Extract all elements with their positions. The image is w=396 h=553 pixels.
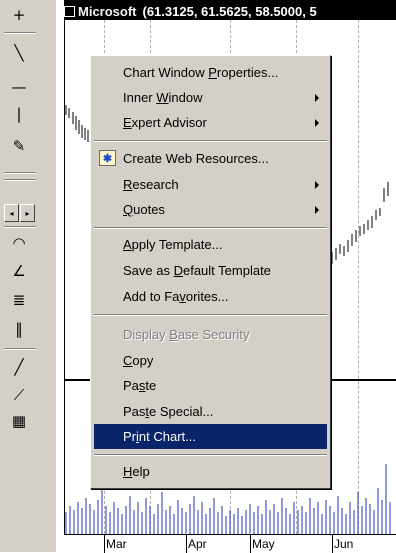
vertical-line-icon[interactable]: |: [6, 101, 32, 127]
menu-item-help[interactable]: Help: [94, 459, 327, 484]
date-tick: [186, 535, 187, 553]
submenu-arrow-icon: [315, 205, 319, 214]
toolbar-separator: [4, 179, 36, 181]
drawing-toolbar: + ╲ — | ✎ ◂ ▸ ◠ ∠ ≣ ‖ ╱ ⟋ ▦: [0, 0, 57, 552]
price-values: (61.3125, 61.5625, 58.5000, 5: [142, 3, 317, 19]
submenu-arrow-icon: [315, 118, 319, 127]
menu-separator: [94, 314, 327, 316]
scroll-right-icon[interactable]: ▸: [20, 204, 35, 222]
menu-label: Create Web Resources...: [123, 151, 269, 166]
date-label: May: [252, 537, 275, 551]
time-zones-icon[interactable]: ‖: [6, 316, 32, 342]
menu-separator: [94, 140, 327, 142]
menu-separator: [94, 454, 327, 456]
date-axis: Mar Apr May Jun: [64, 534, 396, 553]
date-label: Apr: [188, 537, 207, 551]
menu-separator: [94, 227, 327, 229]
date-label: Mar: [106, 537, 127, 551]
horizontal-line-icon[interactable]: —: [6, 74, 32, 100]
menu-item-research[interactable]: Research: [94, 172, 327, 197]
chart-title: Microsoft (61.3125, 61.5625, 58.5000, 5: [64, 3, 396, 19]
toolbar-separator: [4, 226, 36, 228]
toolbar-separator: [4, 32, 36, 34]
menu-label: Paste: [123, 378, 157, 393]
menu-label: Apply Template...: [123, 237, 223, 252]
submenu-arrow-icon: [315, 93, 319, 102]
security-name: Microsoft: [78, 3, 137, 19]
text-annotation-icon[interactable]: ✎: [6, 133, 32, 159]
menu-item-apply-template[interactable]: Apply Template...: [94, 232, 327, 257]
menu-item-paste-special[interactable]: Paste Special...: [94, 399, 327, 424]
menu-item-display-base-security: Display Base Security: [94, 322, 327, 347]
menu-label: Copy: [123, 353, 154, 368]
date-tick: [250, 535, 251, 553]
gann-grid-icon[interactable]: ▦: [6, 408, 32, 434]
arc-icon[interactable]: ◠: [6, 230, 32, 256]
menu-item-copy[interactable]: Copy: [94, 348, 327, 373]
menu-label: Print Chart...: [123, 429, 196, 444]
context-menu: Chart Window Properties... Inner Window …: [90, 55, 331, 489]
speed-lines-icon[interactable]: ⟋: [6, 382, 32, 408]
menu-label: Save as Default Template: [123, 263, 271, 278]
web-resources-icon: ✱: [99, 150, 116, 166]
date-label: Jun: [334, 537, 354, 551]
scroll-left-icon[interactable]: ◂: [4, 204, 19, 222]
menu-item-chart-window-properties[interactable]: Chart Window Properties...: [94, 60, 327, 85]
toolbar-separator: [4, 172, 36, 174]
fibonacci-retracement-icon[interactable]: ≣: [6, 287, 32, 313]
window-control-icon[interactable]: [64, 5, 75, 17]
line-icon[interactable]: ╱: [6, 354, 32, 380]
menu-item-create-web-resources[interactable]: ✱ Create Web Resources...: [94, 146, 327, 171]
menu-label: Chart Window Properties...: [123, 65, 279, 80]
menu-item-print-chart[interactable]: Print Chart...: [94, 424, 327, 449]
trendline-icon[interactable]: ╲: [6, 40, 32, 66]
fan-icon[interactable]: ∠: [6, 258, 32, 284]
menu-label: Research: [123, 177, 179, 192]
menu-item-inner-window[interactable]: Inner Window: [94, 85, 327, 110]
menu-label: Quotes: [123, 202, 165, 217]
date-tick: [332, 535, 333, 553]
menu-item-expert-advisor[interactable]: Expert Advisor: [94, 110, 327, 135]
menu-item-quotes[interactable]: Quotes: [94, 197, 327, 222]
menu-label: Expert Advisor: [123, 115, 207, 130]
menu-item-paste[interactable]: Paste: [94, 373, 327, 398]
menu-label: Help: [123, 464, 150, 479]
menu-item-save-as-default-template[interactable]: Save as Default Template: [94, 258, 327, 283]
submenu-arrow-icon: [315, 180, 319, 189]
menu-label: Add to Favorites...: [123, 289, 229, 304]
menu-label: Paste Special...: [123, 404, 214, 419]
crosshair-icon[interactable]: +: [6, 2, 32, 28]
toolbar-separator: [4, 348, 36, 350]
menu-label: Display Base Security: [123, 327, 250, 342]
menu-label: Inner Window: [123, 90, 203, 105]
menu-item-add-to-favorites[interactable]: Add to Favorites...: [94, 284, 327, 309]
date-tick: [104, 535, 105, 553]
